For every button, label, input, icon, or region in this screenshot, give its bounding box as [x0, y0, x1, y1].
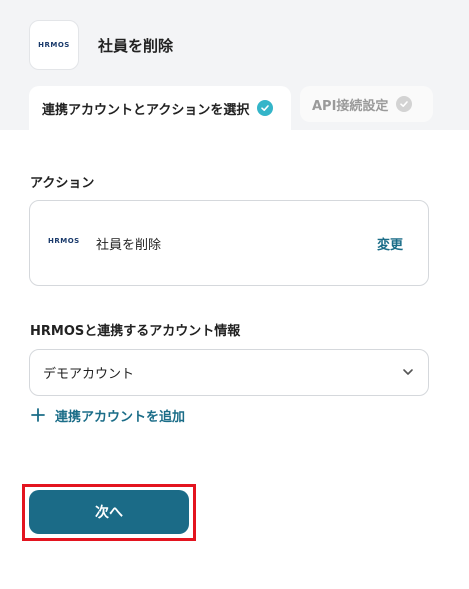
action-name: 社員を削除: [96, 238, 162, 253]
page-title: 社員を削除: [98, 37, 174, 55]
check-icon: [396, 96, 413, 112]
action-label: アクション: [30, 176, 95, 191]
action-card: HRMOS 社員を削除 変更: [29, 200, 429, 286]
app-logo-box: HRMOS: [29, 20, 79, 70]
tab-api-settings[interactable]: API接続設定: [300, 86, 433, 122]
next-button[interactable]: 次へ: [29, 490, 189, 534]
header-area: HRMOS 社員を削除 連携アカウントとアクションを選択 API接続設定: [0, 0, 469, 130]
account-select[interactable]: デモアカウント: [29, 349, 429, 396]
tab-account-action-label: 連携アカウントとアクションを選択: [42, 102, 250, 118]
account-info-label: HRMOSと連携するアカウント情報: [30, 324, 241, 339]
account-select-value: デモアカウント: [43, 367, 135, 382]
plus-icon: [31, 405, 45, 425]
chevron-down-icon: [402, 366, 414, 382]
add-account-label: 連携アカウントを追加: [55, 409, 186, 425]
hrmos-logo: HRMOS: [38, 41, 70, 49]
tab-account-action[interactable]: 連携アカウントとアクションを選択: [29, 86, 291, 130]
check-icon: [257, 100, 274, 116]
hrmos-logo: HRMOS: [48, 237, 80, 245]
add-account-link[interactable]: 連携アカウントを追加: [31, 405, 185, 425]
change-action-link[interactable]: 変更: [377, 234, 403, 253]
page: HRMOS 社員を削除 連携アカウントとアクションを選択 API接続設定 アクシ…: [0, 0, 469, 589]
tab-api-settings-label: API接続設定: [312, 98, 389, 114]
